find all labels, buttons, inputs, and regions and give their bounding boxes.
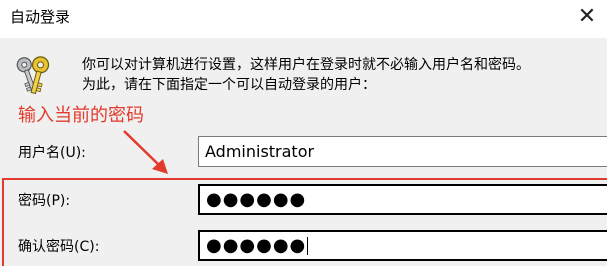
confirm-password-label: 确认密码(C): — [18, 239, 100, 255]
password-field[interactable]: ●●●●●● — [198, 184, 607, 215]
password-label: 密码(P): — [18, 193, 71, 209]
close-icon[interactable]: ✕ — [572, 4, 602, 30]
username-field[interactable]: Administrator — [198, 136, 607, 167]
dialog-body: 你可以对计算机进行设置，这样用户在登录时就不必输入用户名和密码。 为此，请在下面… — [0, 38, 607, 266]
description-line-2: 为此，请在下面指定一个可以自动登录的用户： — [82, 77, 376, 93]
keys-icon — [16, 56, 50, 95]
text-caret — [307, 237, 309, 255]
confirm-password-field[interactable]: ●●●●●● — [198, 230, 607, 261]
username-label: 用户名(U): — [18, 145, 86, 161]
annotation-text: 输入当前的密码 — [18, 105, 144, 126]
description-text: 你可以对计算机进行设置，这样用户在登录时就不必输入用户名和密码。 为此，请在下面… — [82, 55, 602, 95]
window-title: 自动登录 — [10, 8, 71, 26]
confirm-password-value: ●●●●●● — [206, 235, 307, 256]
description-line-1: 你可以对计算机进行设置，这样用户在登录时就不必输入用户名和密码。 — [82, 57, 530, 73]
title-bar: 自动登录 ✕ — [0, 0, 607, 38]
